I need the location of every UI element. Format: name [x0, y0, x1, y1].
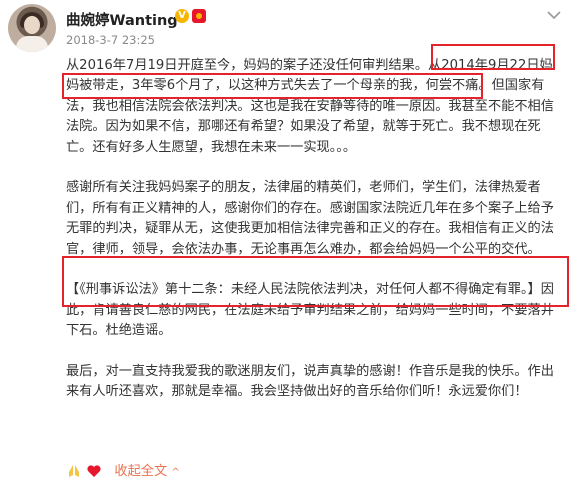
- verified-v-icon: V: [175, 9, 189, 23]
- caret-up-icon: ^: [171, 467, 180, 478]
- paragraph-4: 最后，对一直支持我爱我的歌迷朋友们，说声真挚的感谢！作音乐是我的快乐。作出来有人…: [66, 364, 554, 400]
- avatar[interactable]: [8, 4, 56, 52]
- post-footer: 收起全文 ^: [66, 460, 180, 479]
- paragraph-1: 从2016年7月19日开庭至今，妈妈的案子还没任何审判结果。从2014年9月22…: [66, 58, 554, 155]
- collapse-full-text-link[interactable]: 收起全文 ^: [114, 464, 179, 479]
- red-heart-icon: [87, 465, 101, 477]
- paragraph-3: 【《刑事诉讼法》第十二条：未经人民法院依法判决，对任何人都不得确定有罪。】因此，…: [66, 282, 554, 339]
- post-timestamp[interactable]: 2018-3-7 23:25: [66, 33, 155, 47]
- avatar-body: [16, 36, 48, 52]
- avatar-face: [24, 16, 40, 34]
- weibo-badge-icon: [192, 9, 206, 23]
- post-content: 从2016年7月19日开庭至今，妈妈的案子还没任何审判结果。从2014年9月22…: [66, 56, 562, 403]
- username[interactable]: 曲婉婷Wanting: [66, 9, 178, 30]
- post-header: 曲婉婷Wanting V 2018-3-7 23:25: [0, 0, 573, 52]
- chevron-down-icon[interactable]: [546, 10, 562, 20]
- collapse-label: 收起全文: [114, 464, 168, 479]
- paragraph-2: 感谢所有关注我妈妈案子的朋友，法律届的精英们，老师们，学生们，法律热爱者们，所有…: [66, 180, 554, 257]
- pray-hands-icon: [69, 465, 79, 477]
